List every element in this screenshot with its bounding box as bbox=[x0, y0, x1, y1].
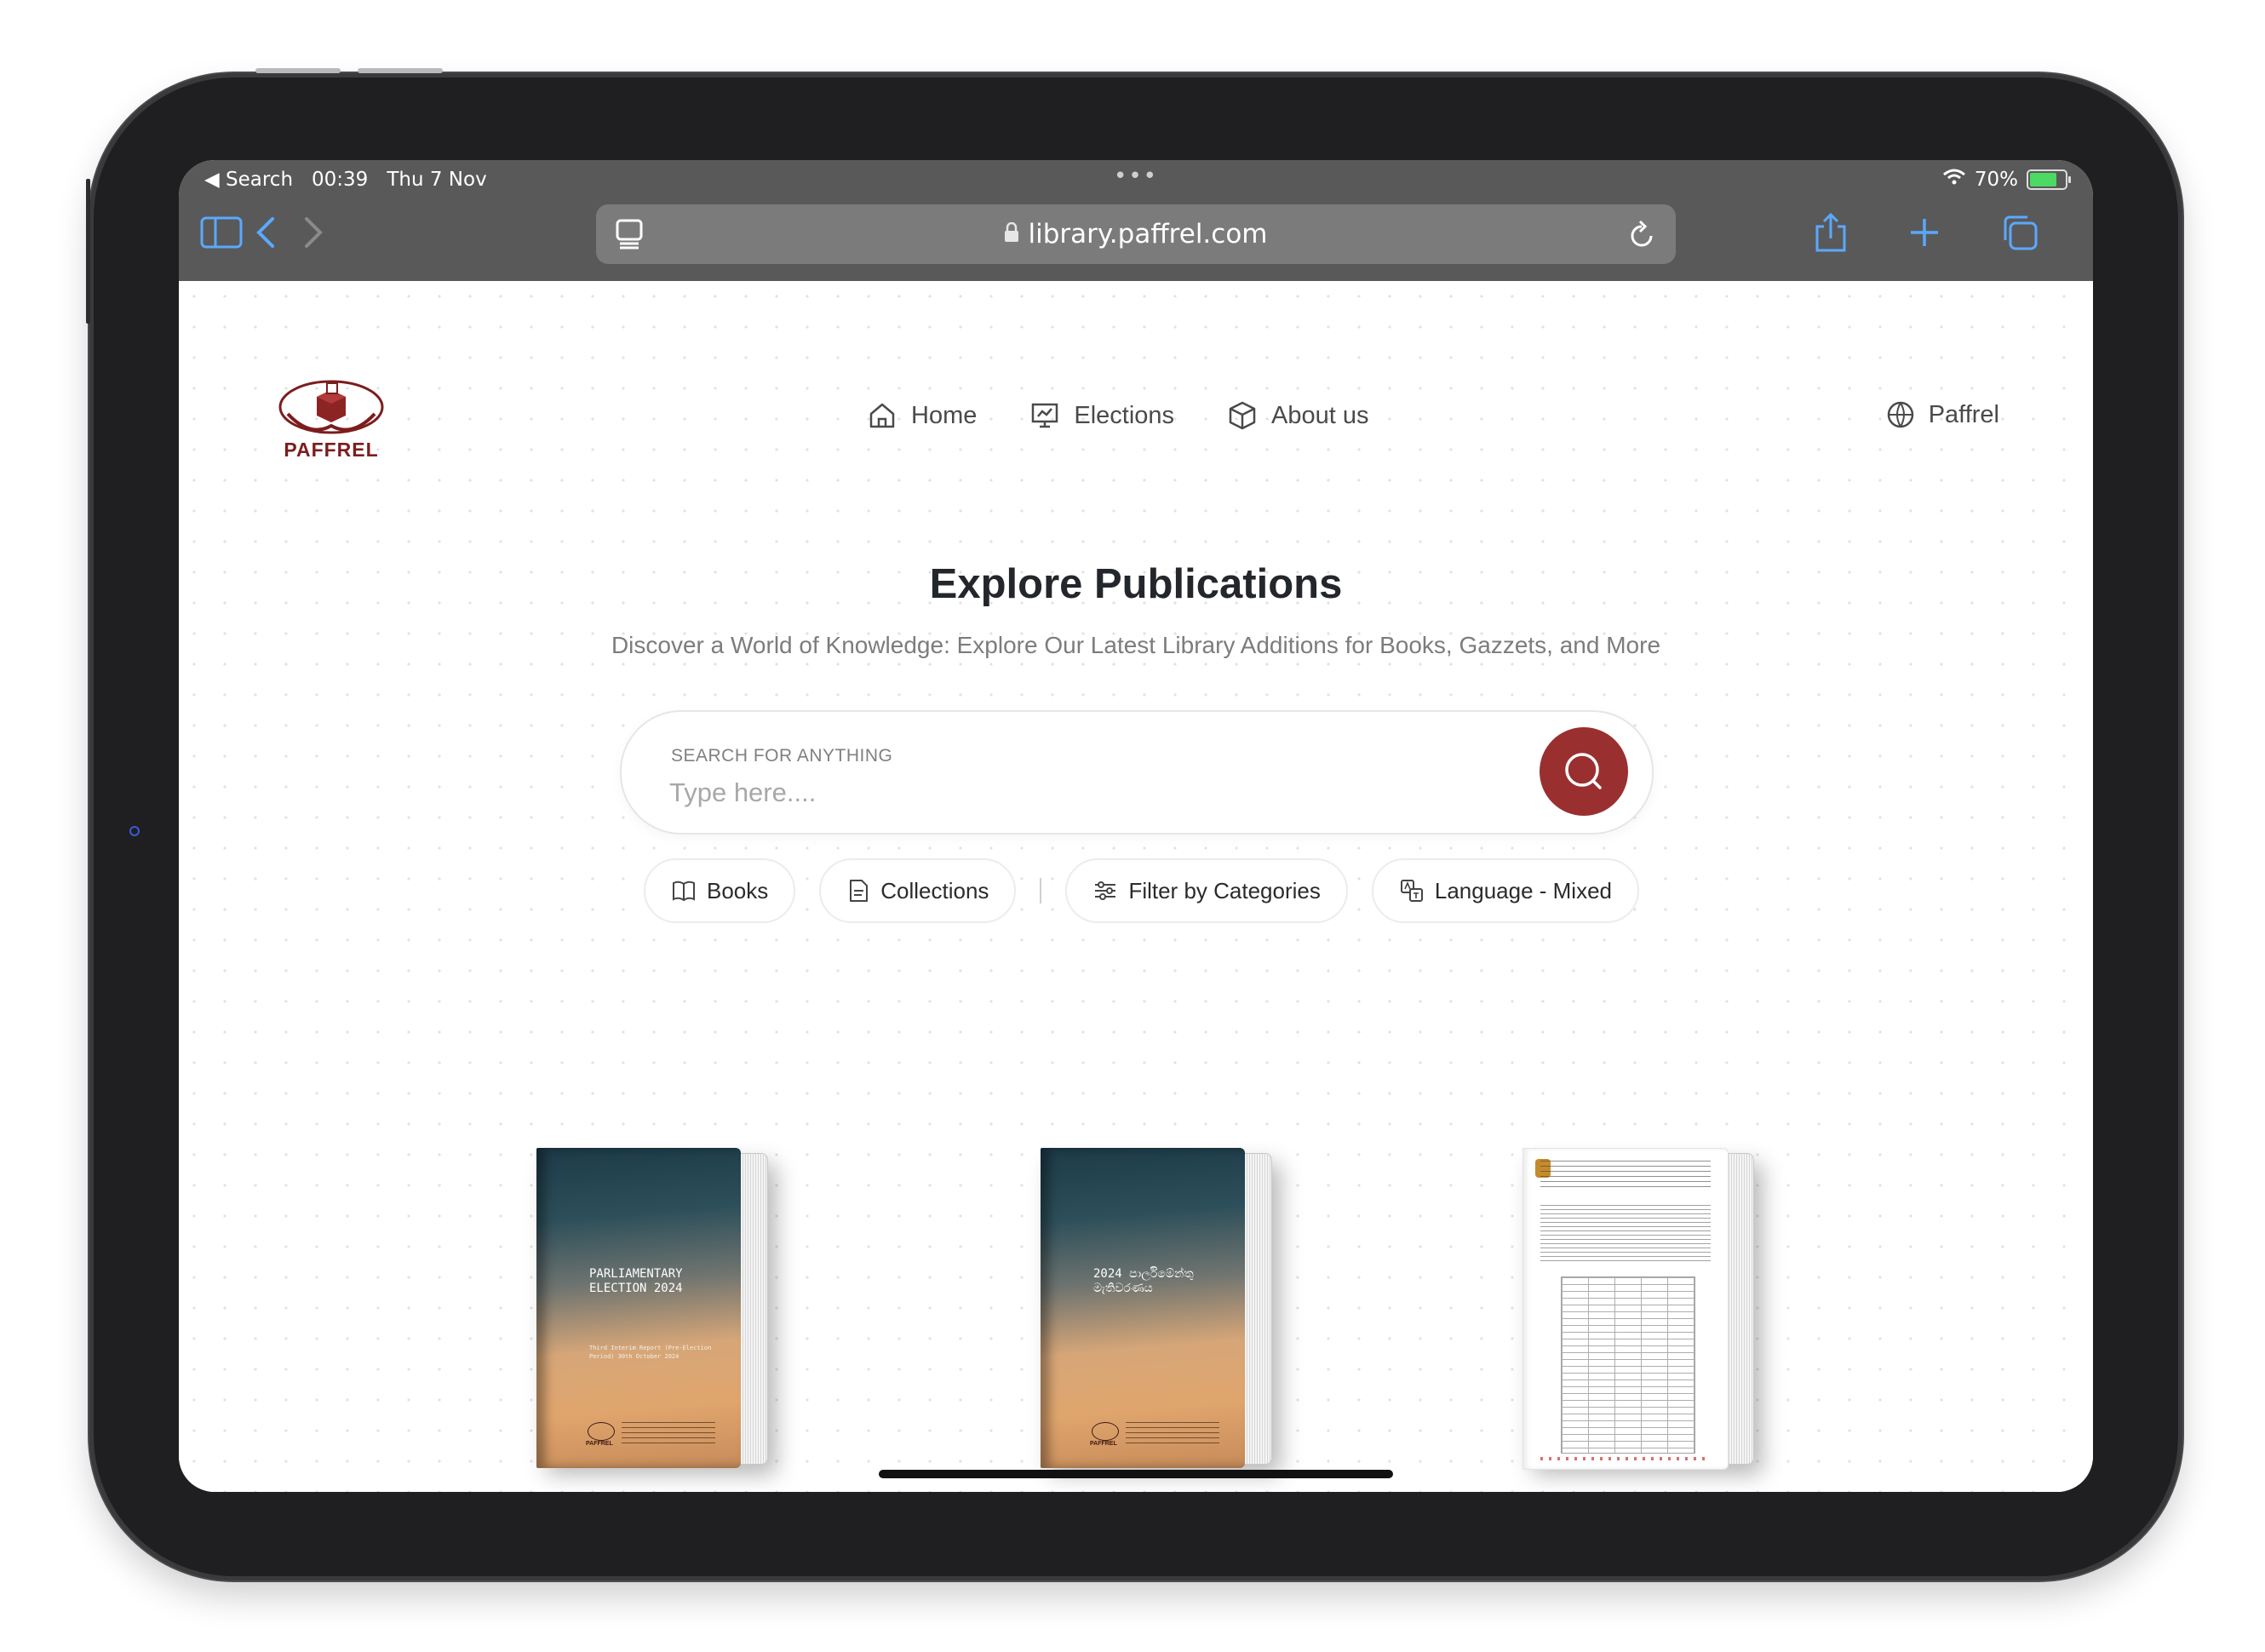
cover-title: PARLIAMENTARY ELECTION 2024 bbox=[589, 1267, 683, 1295]
back-icon[interactable] bbox=[240, 207, 291, 258]
status-time: 00:39 bbox=[312, 169, 369, 191]
multitask-dots-icon[interactable]: ••• bbox=[1114, 163, 1158, 189]
nav-elections-label: Elections bbox=[1074, 401, 1175, 429]
language-select-chip[interactable]: Language - Mixed bbox=[1371, 858, 1639, 923]
lock-icon bbox=[1004, 219, 1019, 250]
search-input[interactable] bbox=[669, 773, 1436, 812]
screen: ◀ Search 00:39 Thu 7 Nov ••• 70% library… bbox=[179, 160, 2093, 1492]
cover-logo-icon bbox=[1092, 1422, 1119, 1441]
search-icon bbox=[1565, 753, 1602, 789]
language-select-label: Language - Mixed bbox=[1434, 877, 1612, 903]
url-text[interactable]: library.paffrel.com bbox=[1028, 219, 1267, 250]
volume-button bbox=[358, 68, 443, 73]
document-icon bbox=[850, 880, 869, 902]
book-cover: 2024 පාර්ලිමේන්තු මැතිවරණය PAFFREL bbox=[1041, 1148, 1245, 1468]
brand-name: PAFFREL bbox=[284, 439, 379, 461]
filter-categories-label: Filter by Categories bbox=[1128, 877, 1321, 903]
publication-card[interactable] bbox=[1522, 1148, 1754, 1471]
nav-about-label: About us bbox=[1271, 401, 1369, 429]
filter-categories-chip[interactable]: Filter by Categories bbox=[1065, 858, 1348, 923]
nav-home[interactable]: Home bbox=[867, 400, 977, 431]
page-subtitle: Discover a World of Knowledge: Explore O… bbox=[611, 632, 1661, 658]
sliders-icon bbox=[1095, 881, 1116, 900]
cover-brand: PAFFREL bbox=[586, 1441, 613, 1447]
gazette-table bbox=[1561, 1276, 1695, 1454]
search-box: SEARCH FOR ANYTHING bbox=[620, 710, 1654, 835]
translate-icon bbox=[1400, 880, 1423, 902]
forward-icon[interactable] bbox=[288, 207, 339, 258]
volume-button bbox=[255, 68, 341, 73]
search-label: SEARCH FOR ANYTHING bbox=[671, 746, 893, 766]
filter-bar: Books Collections Filter by Categories L… bbox=[644, 858, 1639, 923]
paffrel-logo[interactable]: PAFFREL bbox=[276, 376, 387, 462]
wifi-icon bbox=[1942, 169, 1966, 191]
gazette-footer bbox=[1540, 1457, 1711, 1460]
page-menu-icon[interactable] bbox=[615, 218, 644, 257]
publication-card[interactable]: 2024 පාර්ලිමේන්තු මැතිවරණය PAFFREL bbox=[1041, 1148, 1272, 1471]
home-indicator[interactable] bbox=[879, 1470, 1393, 1478]
book-open-icon bbox=[673, 880, 695, 902]
filter-collections-chip[interactable]: Collections bbox=[819, 858, 1017, 923]
address-bar[interactable]: library.paffrel.com bbox=[596, 204, 1676, 264]
cover-logo-icon bbox=[588, 1422, 615, 1441]
cover-brand: PAFFREL bbox=[1090, 1441, 1117, 1447]
filter-divider bbox=[1040, 878, 1042, 903]
share-icon[interactable] bbox=[1805, 207, 1856, 258]
filter-collections-label: Collections bbox=[880, 877, 989, 903]
battery-icon bbox=[2027, 169, 2071, 190]
main-nav: Home Elections About us bbox=[867, 400, 1369, 431]
tabs-overview-icon[interactable] bbox=[1994, 207, 2045, 258]
camera-indicator bbox=[129, 826, 140, 836]
new-tab-icon[interactable] bbox=[1899, 207, 1950, 258]
home-icon bbox=[869, 403, 895, 428]
battery-percent: 70% bbox=[1974, 169, 2018, 191]
gazette-header-text bbox=[1540, 1161, 1711, 1190]
sidebar-toggle-icon[interactable] bbox=[196, 207, 247, 258]
status-bar: ◀ Search 00:39 Thu 7 Nov ••• 70% bbox=[204, 163, 2071, 194]
cover-footer-text bbox=[622, 1422, 715, 1444]
web-page: PAFFREL Home Elections About us Paffrel … bbox=[179, 281, 2093, 1492]
globe-icon bbox=[1887, 401, 1913, 428]
cube-icon bbox=[1229, 401, 1256, 430]
gazette-paragraph bbox=[1540, 1205, 1711, 1265]
browser-chrome: ◀ Search 00:39 Thu 7 Nov ••• 70% library… bbox=[179, 160, 2093, 281]
ballot-box-icon bbox=[278, 380, 384, 434]
presentation-icon bbox=[1032, 403, 1058, 428]
nav-paffrel[interactable]: Paffrel bbox=[1886, 400, 1999, 429]
nav-elections[interactable]: Elections bbox=[1029, 400, 1174, 431]
filter-books-chip[interactable]: Books bbox=[644, 858, 796, 923]
book-cover: PARLIAMENTARY ELECTION 2024 Third Interi… bbox=[536, 1148, 741, 1468]
publication-card[interactable]: PARLIAMENTARY ELECTION 2024 Third Interi… bbox=[536, 1148, 768, 1471]
filter-books-label: Books bbox=[707, 877, 769, 903]
page-title: Explore Publications bbox=[929, 561, 1343, 607]
back-to-search-link[interactable]: ◀ Search bbox=[204, 169, 293, 191]
nav-paffrel-label: Paffrel bbox=[1928, 400, 1999, 428]
nav-about[interactable]: About us bbox=[1227, 400, 1369, 431]
gazette-page bbox=[1522, 1148, 1729, 1470]
search-button[interactable] bbox=[1540, 727, 1628, 816]
cover-title: 2024 පාර්ලිමේන්තු මැතිවරණය bbox=[1093, 1267, 1194, 1295]
power-button bbox=[86, 179, 90, 324]
status-date: Thu 7 Nov bbox=[387, 169, 487, 191]
cover-subtitle: Third Interim Report (Pre-Election Perio… bbox=[589, 1345, 712, 1360]
cover-footer-text bbox=[1126, 1422, 1219, 1444]
nav-home-label: Home bbox=[911, 401, 978, 429]
reload-icon[interactable] bbox=[1626, 218, 1657, 257]
